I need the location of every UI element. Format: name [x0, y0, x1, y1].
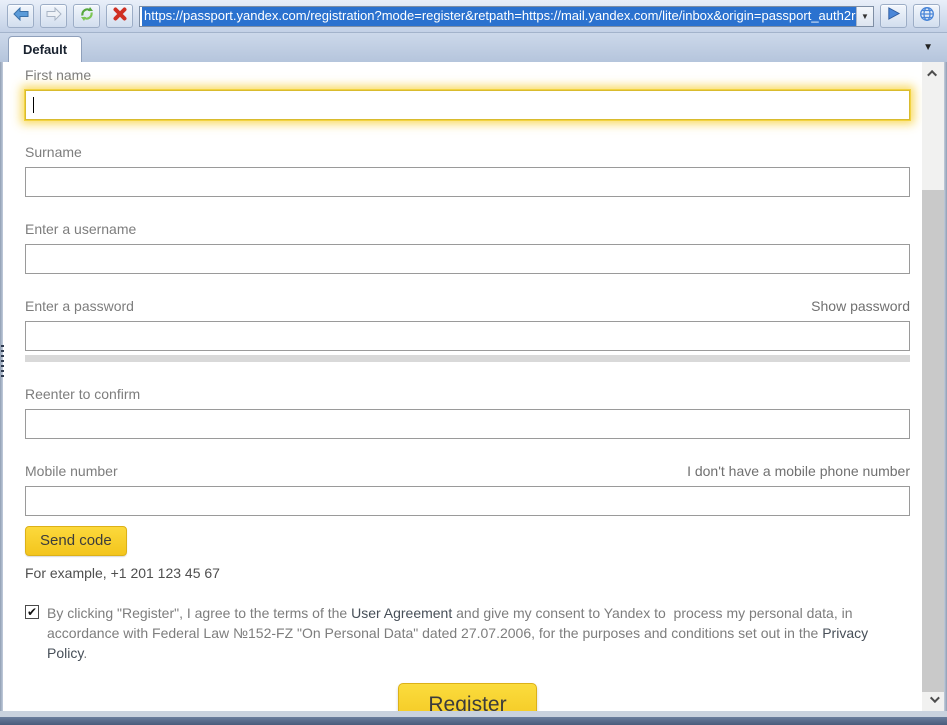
field-mobile: Mobile number I don't have a mobile phon… [25, 463, 910, 516]
text-caret [33, 97, 34, 113]
register-button[interactable]: Register [398, 683, 536, 711]
agreement-checkbox[interactable]: ✔ [25, 605, 39, 619]
stop-icon [112, 6, 128, 27]
splitter-grip[interactable] [1, 345, 4, 377]
address-bar[interactable]: https://passport.yandex.com/registration… [139, 6, 874, 27]
vertical-scrollbar[interactable] [922, 62, 944, 711]
mobile-label: Mobile number [25, 463, 118, 479]
chevron-up-icon [927, 70, 937, 80]
chevron-down-icon [929, 693, 939, 703]
browser-window: https://passport.yandex.com/registration… [0, 0, 947, 725]
checkmark-icon: ✔ [27, 606, 37, 618]
browser-toolbar: https://passport.yandex.com/registration… [0, 0, 947, 33]
stop-button[interactable] [106, 4, 133, 28]
field-username: Enter a username [25, 221, 910, 274]
scrollbar-up-button[interactable] [922, 62, 944, 85]
chevron-down-icon: ▼ [923, 42, 933, 53]
agreement-text-part: By clicking "Register", I agree to the t… [47, 605, 351, 621]
surname-input[interactable] [25, 167, 910, 197]
field-surname: Surname [25, 144, 910, 197]
tab-bar: Default ▼ [0, 33, 947, 62]
forward-icon [46, 7, 62, 26]
refresh-icon [79, 6, 95, 27]
send-code-button[interactable]: Send code [25, 526, 127, 556]
password-label: Enter a password [25, 298, 134, 314]
globe-icon [919, 6, 935, 27]
register-button-row: Register [25, 683, 910, 711]
show-password-link[interactable]: Show password [811, 298, 910, 314]
mobile-input[interactable] [25, 486, 910, 516]
user-agreement-link[interactable]: User Agreement [351, 605, 452, 621]
username-label: Enter a username [25, 221, 136, 237]
address-url-selected-text[interactable]: https://passport.yandex.com/registration… [142, 6, 856, 26]
back-button[interactable] [7, 4, 34, 28]
password-strength-meter [25, 355, 910, 362]
password-input[interactable] [25, 321, 910, 351]
agreement-text-part: . [83, 645, 87, 661]
agreement-text: By clicking "Register", I agree to the t… [47, 603, 910, 663]
forward-button[interactable] [40, 4, 67, 28]
field-password-confirm: Reenter to confirm [25, 386, 910, 439]
phone-example-text: For example, +1 201 123 45 67 [25, 565, 910, 581]
scrollbar-thumb[interactable] [922, 190, 944, 692]
surname-label: Surname [25, 144, 82, 160]
go-icon [886, 6, 901, 26]
first-name-input[interactable] [25, 90, 910, 120]
agreement-row: ✔ By clicking "Register", I agree to the… [25, 603, 910, 663]
chevron-down-icon: ▼ [861, 12, 869, 21]
page-content: First name Surname Enter a username [3, 62, 944, 711]
password-confirm-label: Reenter to confirm [25, 386, 140, 402]
window-frame-bottom [0, 717, 947, 725]
password-confirm-input[interactable] [25, 409, 910, 439]
registration-form: First name Surname Enter a username [3, 62, 922, 711]
username-input[interactable] [25, 244, 910, 274]
back-icon [13, 7, 29, 26]
field-password: Enter a password Show password [25, 298, 910, 362]
first-name-label: First name [25, 67, 91, 83]
go-button[interactable] [880, 4, 907, 28]
tab-overflow-button[interactable]: ▼ [923, 42, 933, 53]
no-mobile-link[interactable]: I don't have a mobile phone number [687, 463, 910, 479]
address-dropdown-button[interactable]: ▼ [856, 7, 873, 26]
home-button[interactable] [913, 4, 940, 28]
refresh-button[interactable] [73, 4, 100, 28]
tab-default[interactable]: Default [8, 36, 82, 62]
tab-default-label: Default [23, 42, 67, 57]
scrollbar-down-button[interactable] [922, 688, 944, 711]
field-first-name: First name [25, 67, 910, 120]
